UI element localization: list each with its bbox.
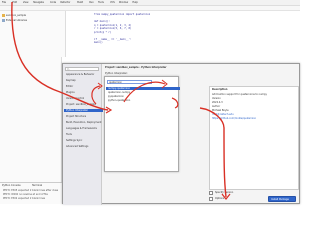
settings-nav-item[interactable]: Keymap — [64, 79, 103, 82]
menu-item[interactable]: Run — [89, 1, 96, 4]
settings-nav-item[interactable]: Languages & Frameworks — [64, 127, 103, 130]
dialog-breadcrumb: Project: sandbox_sample › Python Interpr… — [105, 66, 167, 69]
settings-nav-item[interactable]: Advanced Settings — [64, 145, 103, 148]
project-item[interactable]: sandbox_sample — [6, 14, 61, 17]
settings-nav-item[interactable]: Plugins — [64, 91, 103, 94]
description-line: 2022.4.3 — [212, 101, 223, 104]
settings-search-input[interactable]: Q- — [65, 67, 99, 71]
available-packages-popup: quaternion numpy-quaternion quaternion-nu… — [104, 76, 180, 172]
code-line: from numpy_quaternion import quaternion — [94, 13, 151, 16]
description-line: Add built-in support for quaternions to … — [212, 93, 267, 96]
settings-nav-item[interactable]: Version Control — [64, 97, 103, 100]
menu-item[interactable]: Window — [119, 1, 131, 4]
project-panel: sandbox_sample External Libraries — [0, 11, 66, 57]
description-line: Author — [212, 105, 221, 108]
settings-nav-item[interactable]: Project Structure — [64, 115, 103, 118]
settings-nav-item[interactable]: Build, Execution, Deployment — [64, 121, 103, 124]
install-package-button[interactable]: Install Package — [268, 196, 296, 202]
code-line: main() — [94, 41, 103, 44]
menu-item[interactable]: Tools — [98, 1, 108, 4]
settings-nav-item[interactable]: Editor — [64, 85, 103, 88]
package-search-input[interactable]: quaternion — [107, 80, 152, 84]
package-search-value: quaternion — [109, 81, 123, 84]
menu-item[interactable]: View — [23, 1, 31, 4]
menu-item[interactable]: Help — [132, 1, 140, 4]
folder-icon — [2, 14, 5, 17]
tab-terminal[interactable]: Terminal — [32, 184, 52, 187]
menu-item[interactable]: File — [2, 1, 10, 4]
package-result-row[interactable]: numpy-quaternion — [106, 87, 180, 90]
project-item[interactable]: External Libraries — [6, 19, 61, 22]
package-result-row[interactable]: python-quaternion — [106, 99, 180, 102]
specify-version-label: Specify version — [215, 191, 234, 194]
interpreter-label: Python Interpreter: — [105, 72, 128, 75]
options-checkbox[interactable] — [209, 197, 213, 201]
settings-sidebar: Q- Appearance & Behavior Keymap Editor Plug… — [63, 64, 103, 205]
code-line: print(q * r) — [94, 30, 112, 34]
description-link[interactable]: https://github.com/moble/quaternion — [212, 117, 298, 120]
package-result-row[interactable]: quaternion-numpy — [106, 91, 180, 94]
menu-item[interactable]: Build — [77, 1, 87, 4]
settings-nav-item[interactable]: Tools — [64, 133, 103, 136]
menu-item[interactable]: Refactor — [60, 1, 75, 4]
menu-item[interactable]: Edit — [12, 1, 20, 4]
tab-python-console[interactable]: Python Console — [2, 184, 30, 187]
menu-item[interactable]: Navigate — [33, 1, 48, 4]
menu-item[interactable]: Code — [50, 1, 58, 4]
code-editor[interactable]: from numpy_quaternion import quaternion d… — [66, 11, 300, 57]
description-line: Version — [212, 97, 221, 100]
settings-nav-item[interactable]: Appearance & Behavior — [64, 73, 103, 76]
settings-nav-item[interactable]: Project: sandbox_sample — [64, 103, 103, 106]
problem-line[interactable]: PEP 8: W292 no newline at end of file — [3, 193, 61, 196]
menu-item[interactable]: VCS — [110, 1, 117, 4]
description-line: Michael Boyle — [212, 109, 229, 112]
package-result-row[interactable]: pyquaternion — [106, 95, 180, 98]
description-link[interactable]: mob@caltech.edu — [212, 113, 298, 116]
problem-line[interactable]: PEP 8: E302 expected 2 blank lines — [3, 197, 61, 200]
settings-nav-item[interactable]: Settings Sync — [64, 139, 103, 142]
options-label: Options — [215, 197, 225, 200]
specify-version-checkbox[interactable] — [209, 191, 213, 195]
library-icon — [2, 19, 5, 22]
settings-search-placeholder: Q- — [67, 68, 70, 71]
package-description: Description Add built-in support for qua… — [209, 86, 299, 190]
structure-panel — [0, 57, 62, 182]
settings-nav-item[interactable]: Python Interpreter — [64, 109, 103, 112]
install-package-label: Install Package — [271, 198, 289, 201]
problem-line[interactable]: PEP 8: E305 expected 2 blank lines after… — [3, 189, 61, 192]
description-header: Description — [212, 88, 228, 91]
